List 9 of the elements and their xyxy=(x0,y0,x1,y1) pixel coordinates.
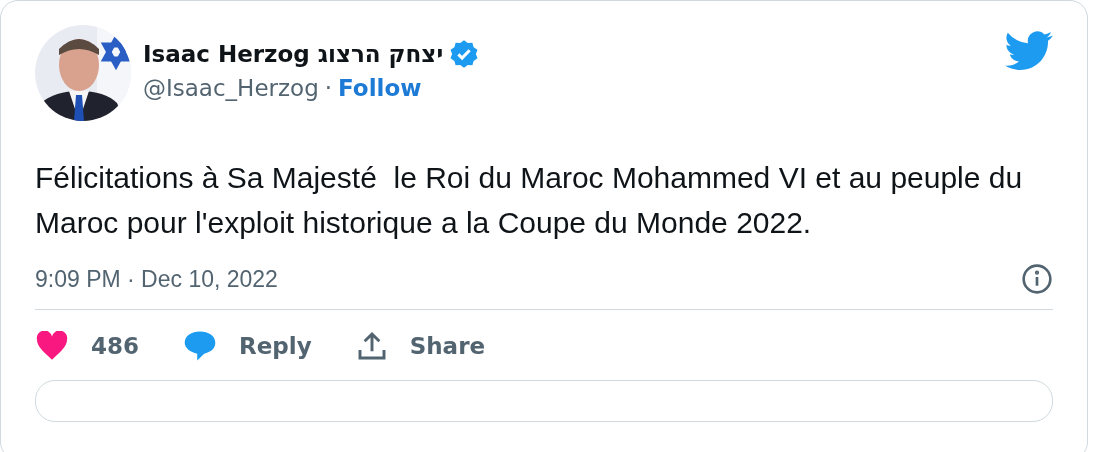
reply-button[interactable]: Reply xyxy=(183,330,312,362)
share-button[interactable]: Share xyxy=(355,330,486,362)
author-handle[interactable]: @Isaac_Herzog xyxy=(143,75,319,101)
author-name[interactable]: Isaac Herzog יצחק הרצוג xyxy=(143,41,444,67)
separator-dot: · xyxy=(324,75,333,101)
follow-link[interactable]: Follow xyxy=(338,75,422,101)
like-button[interactable]: 486 xyxy=(35,331,139,361)
timestamp-link[interactable]: 9:09 PM · Dec 10, 2022 xyxy=(35,265,278,293)
tweet-text: Félicitations à Sa Majesté le Roi du Maroc Mohammed VI et au peuple du Maroc pour l'exploit historique a la Coupe du Monde 2022. xyxy=(35,160,1024,241)
